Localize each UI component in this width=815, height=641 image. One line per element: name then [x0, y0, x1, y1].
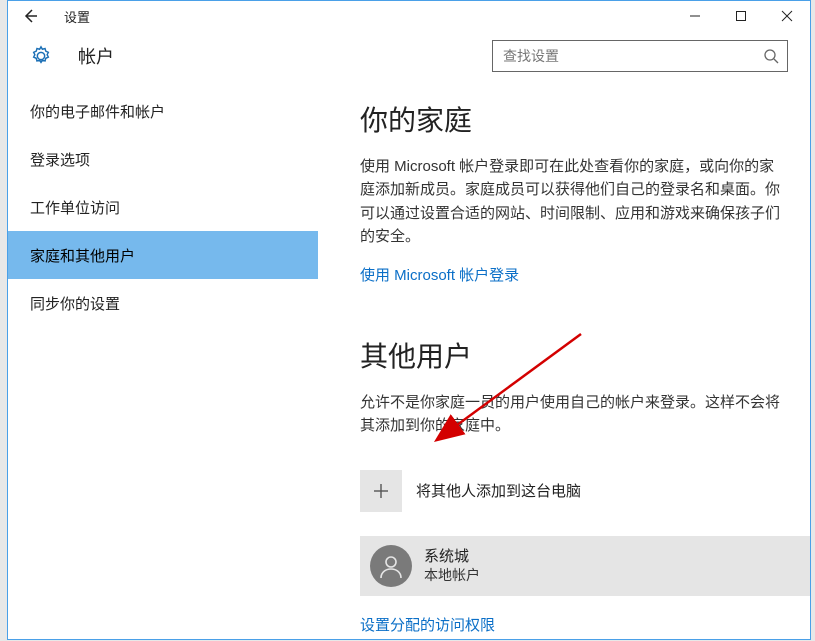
body: 你的电子邮件和帐户 登录选项 工作单位访问 家庭和其他用户 同步你的设置 你的家… — [8, 81, 810, 639]
other-user-entry[interactable]: 系统城 本地帐户 — [360, 536, 810, 596]
user-texts: 系统城 本地帐户 — [424, 547, 480, 585]
sidebar: 你的电子邮件和帐户 登录选项 工作单位访问 家庭和其他用户 同步你的设置 — [8, 81, 318, 639]
sidebar-item-family-other-users[interactable]: 家庭和其他用户 — [8, 231, 318, 279]
add-other-user-label: 将其他人添加到这台电脑 — [416, 480, 581, 501]
window-controls — [672, 1, 810, 31]
back-arrow-icon — [21, 7, 39, 25]
plus-icon — [360, 470, 402, 512]
sidebar-item-email-accounts[interactable]: 你的电子邮件和帐户 — [8, 87, 318, 135]
close-icon — [781, 10, 793, 22]
maximize-icon — [735, 10, 747, 22]
gear-icon — [30, 45, 52, 67]
search-icon — [763, 48, 779, 64]
family-description: 使用 Microsoft 帐户登录即可在此处查看你的家庭，或向你的家庭添加新成员… — [360, 155, 784, 248]
sidebar-item-label: 同步你的设置 — [30, 293, 120, 314]
settings-window: 设置 帐户 — [7, 0, 811, 640]
user-subtitle: 本地帐户 — [424, 566, 480, 584]
page-title: 帐户 — [78, 43, 114, 69]
sidebar-item-work-access[interactable]: 工作单位访问 — [8, 183, 318, 231]
window-title: 设置 — [64, 7, 90, 26]
header: 帐户 — [8, 31, 810, 81]
assigned-access-link[interactable]: 设置分配的访问权限 — [360, 614, 495, 635]
search-input[interactable] — [503, 48, 763, 64]
others-heading: 其他用户 — [360, 335, 784, 375]
minimize-icon — [689, 10, 701, 22]
content: 你的家庭 使用 Microsoft 帐户登录即可在此处查看你的家庭，或向你的家庭… — [318, 81, 810, 639]
user-name: 系统城 — [424, 547, 480, 567]
ms-signin-link[interactable]: 使用 Microsoft 帐户登录 — [360, 264, 519, 285]
close-button[interactable] — [764, 1, 810, 31]
sidebar-item-signin-options[interactable]: 登录选项 — [8, 135, 318, 183]
search-box[interactable] — [492, 40, 788, 72]
maximize-button[interactable] — [718, 1, 764, 31]
sidebar-item-label: 家庭和其他用户 — [30, 245, 135, 266]
sidebar-item-sync-settings[interactable]: 同步你的设置 — [8, 279, 318, 327]
back-button[interactable] — [16, 2, 44, 30]
others-description: 允许不是你家庭一员的用户使用自己的帐户来登录。这样不会将其添加到你的家庭中。 — [360, 391, 784, 438]
titlebar: 设置 — [8, 1, 810, 31]
family-heading: 你的家庭 — [360, 99, 784, 139]
sidebar-item-label: 你的电子邮件和帐户 — [30, 101, 165, 122]
minimize-button[interactable] — [672, 1, 718, 31]
add-other-user[interactable]: 将其他人添加到这台电脑 — [360, 468, 784, 514]
sidebar-item-label: 工作单位访问 — [30, 197, 120, 218]
sidebar-item-label: 登录选项 — [30, 149, 90, 170]
avatar-icon — [370, 545, 412, 587]
